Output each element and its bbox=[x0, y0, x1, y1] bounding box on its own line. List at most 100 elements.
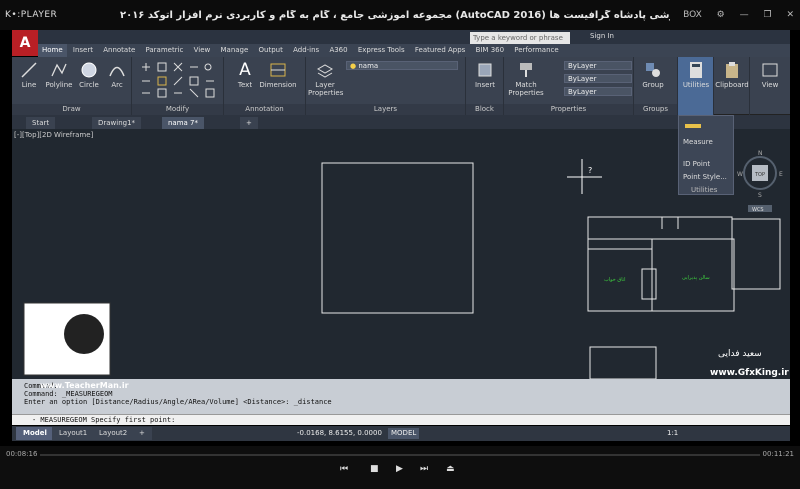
search-input[interactable]: Type a keyword or phrase bbox=[470, 32, 570, 44]
properties-panel-label[interactable]: Properties bbox=[504, 104, 633, 115]
group-icon bbox=[646, 63, 660, 77]
arc-label: Arc bbox=[111, 81, 123, 89]
player-timeline: 00:08:16 00:11:21 ⏮ ■ ▶ ⏭ ⏏ bbox=[0, 446, 800, 489]
settings-icon[interactable]: ⚙ bbox=[717, 10, 725, 20]
tab-performance[interactable]: Performance bbox=[510, 44, 562, 57]
circle-label: Circle bbox=[79, 81, 99, 89]
clipboard-icon bbox=[726, 62, 738, 78]
match-properties-tool[interactable]: Match Properties bbox=[506, 61, 546, 97]
draw-panel: Line Polyline Circle Arc Draw bbox=[12, 57, 132, 115]
square-shape[interactable] bbox=[321, 162, 474, 314]
circle-icon bbox=[81, 62, 97, 78]
tab-annotate[interactable]: Annotate bbox=[99, 44, 139, 57]
app-menu-button[interactable]: A bbox=[12, 30, 38, 56]
tab-start[interactable]: Start bbox=[26, 117, 56, 129]
crosshair-cursor bbox=[567, 159, 602, 194]
dimension-label: Dimension bbox=[259, 81, 297, 89]
group-tool[interactable]: Group bbox=[636, 61, 670, 89]
command-line-1: Command: bbox=[24, 382, 58, 390]
annotation-scale[interactable]: 1:1 bbox=[667, 429, 678, 437]
current-time: 00:08:16 bbox=[6, 450, 38, 458]
player-window-controls[interactable]: BOX ⚙ — ❐ ✕ bbox=[671, 10, 794, 20]
tab-express-tools[interactable]: Express Tools bbox=[354, 44, 409, 57]
tab-insert[interactable]: Insert bbox=[69, 44, 97, 57]
box-button[interactable]: BOX bbox=[683, 10, 702, 20]
block-panel: Insert Block bbox=[466, 57, 504, 115]
modify-panel-label[interactable]: Modify bbox=[132, 104, 223, 115]
line-tool[interactable]: Line bbox=[12, 61, 46, 89]
lineweight-dropdown[interactable]: ByLayer bbox=[564, 87, 632, 96]
document-tabs: Start Drawing1* nama 7* + bbox=[12, 115, 790, 129]
tab-nama7[interactable]: nama 7* bbox=[162, 117, 205, 129]
view-panel: View bbox=[750, 57, 790, 115]
viewport-controls[interactable]: [-][Top][2D Wireframe] bbox=[14, 131, 93, 139]
clipboard-tool[interactable]: Clipboard bbox=[715, 61, 749, 89]
view-tool[interactable]: View bbox=[753, 61, 787, 89]
match-properties-label: Match Properties bbox=[508, 81, 544, 97]
utilities-tool[interactable]: Utilities bbox=[679, 61, 713, 89]
tab-bim360[interactable]: BIM 360 bbox=[472, 44, 509, 57]
ribbon-tabs: Home Insert Annotate Parametric View Man… bbox=[38, 44, 790, 57]
tab-parametric[interactable]: Parametric bbox=[141, 44, 187, 57]
groups-panel-label[interactable]: Groups bbox=[634, 104, 677, 115]
tab-manage[interactable]: Manage bbox=[216, 44, 252, 57]
next-icon[interactable]: ⏭ bbox=[420, 464, 428, 474]
play-icon[interactable]: ▶ bbox=[396, 464, 403, 474]
layout2-tab[interactable]: Layout2 bbox=[92, 427, 135, 440]
drawing-canvas[interactable]: اتاق خواب سالن پذیرایی ? TOP N S E W WCS bbox=[12, 129, 790, 380]
layer-dropdown[interactable]: ● nama bbox=[346, 61, 458, 70]
close-icon[interactable]: ✕ bbox=[786, 10, 794, 20]
point-style-button[interactable]: Point Style... bbox=[683, 173, 727, 181]
wcs-label: WCS bbox=[752, 207, 764, 213]
modify-tools-icon[interactable] bbox=[138, 61, 218, 99]
calculator-icon bbox=[690, 62, 702, 78]
arc-tool[interactable]: Arc bbox=[100, 61, 134, 89]
prev-icon[interactable]: ⏮ bbox=[340, 464, 348, 474]
tab-view[interactable]: View bbox=[190, 44, 215, 57]
layer-properties-tool[interactable]: Layer Properties bbox=[308, 61, 344, 97]
annotation-panel: A Text Dimension Annotation bbox=[224, 57, 306, 115]
add-layout-button[interactable]: + bbox=[132, 427, 152, 440]
id-point-button[interactable]: ID Point bbox=[683, 160, 710, 168]
tab-featured-apps[interactable]: Featured Apps bbox=[411, 44, 469, 57]
utilities-panel[interactable]: Utilities bbox=[678, 57, 714, 115]
new-tab-button[interactable]: + bbox=[240, 117, 258, 129]
measure-button[interactable]: Measure bbox=[683, 138, 713, 146]
model-space-button[interactable]: MODEL bbox=[388, 428, 420, 439]
dimension-icon bbox=[270, 63, 286, 77]
text-label: Text bbox=[237, 81, 253, 89]
draw-panel-label[interactable]: Draw bbox=[12, 104, 131, 115]
command-line-2: Command: _MEASUREGEOM bbox=[24, 390, 113, 398]
cursor-coordinates: -0.0168, 8.6155, 0.0000 bbox=[297, 429, 382, 437]
command-input[interactable]: - MEASUREGEOM Specify first point: bbox=[12, 414, 790, 425]
tab-output[interactable]: Output bbox=[255, 44, 287, 57]
author-watermark: سعید فدایی bbox=[718, 349, 762, 359]
view-label: View bbox=[761, 81, 779, 89]
model-tab[interactable]: Model bbox=[16, 427, 54, 440]
polyline-tool[interactable]: Polyline bbox=[42, 61, 76, 89]
lightbulb-icon: ● bbox=[350, 62, 357, 70]
layers-panel-label[interactable]: Layers bbox=[306, 104, 465, 115]
color-dropdown[interactable]: ByLayer bbox=[564, 61, 632, 70]
eject-icon[interactable]: ⏏ bbox=[446, 464, 455, 474]
tab-home[interactable]: Home bbox=[38, 44, 67, 57]
dimension-tool[interactable]: Dimension bbox=[258, 61, 298, 89]
text-tool[interactable]: A Text bbox=[228, 61, 262, 89]
layer-properties-label: Layer Properties bbox=[308, 81, 344, 97]
annotation-panel-label[interactable]: Annotation bbox=[224, 104, 305, 115]
linetype-dropdown[interactable]: ByLayer bbox=[564, 74, 632, 83]
minimize-icon[interactable]: — bbox=[740, 10, 749, 20]
seek-bar[interactable] bbox=[40, 454, 760, 456]
insert-tool[interactable]: Insert bbox=[468, 61, 502, 89]
sign-in-button[interactable]: Sign In bbox=[590, 32, 614, 40]
arc-icon bbox=[109, 66, 125, 77]
maximize-icon[interactable]: ❐ bbox=[764, 10, 772, 20]
block-panel-label[interactable]: Block bbox=[466, 104, 503, 115]
tab-a360[interactable]: A360 bbox=[325, 44, 351, 57]
viewcube-south: S bbox=[758, 192, 762, 199]
tab-addins[interactable]: Add-ins bbox=[289, 44, 323, 57]
tab-drawing1[interactable]: Drawing1* bbox=[92, 117, 142, 129]
stop-icon[interactable]: ■ bbox=[370, 464, 379, 474]
living-room-label: سالن پذیرایی bbox=[682, 275, 710, 281]
layout1-tab[interactable]: Layout1 bbox=[52, 427, 95, 440]
